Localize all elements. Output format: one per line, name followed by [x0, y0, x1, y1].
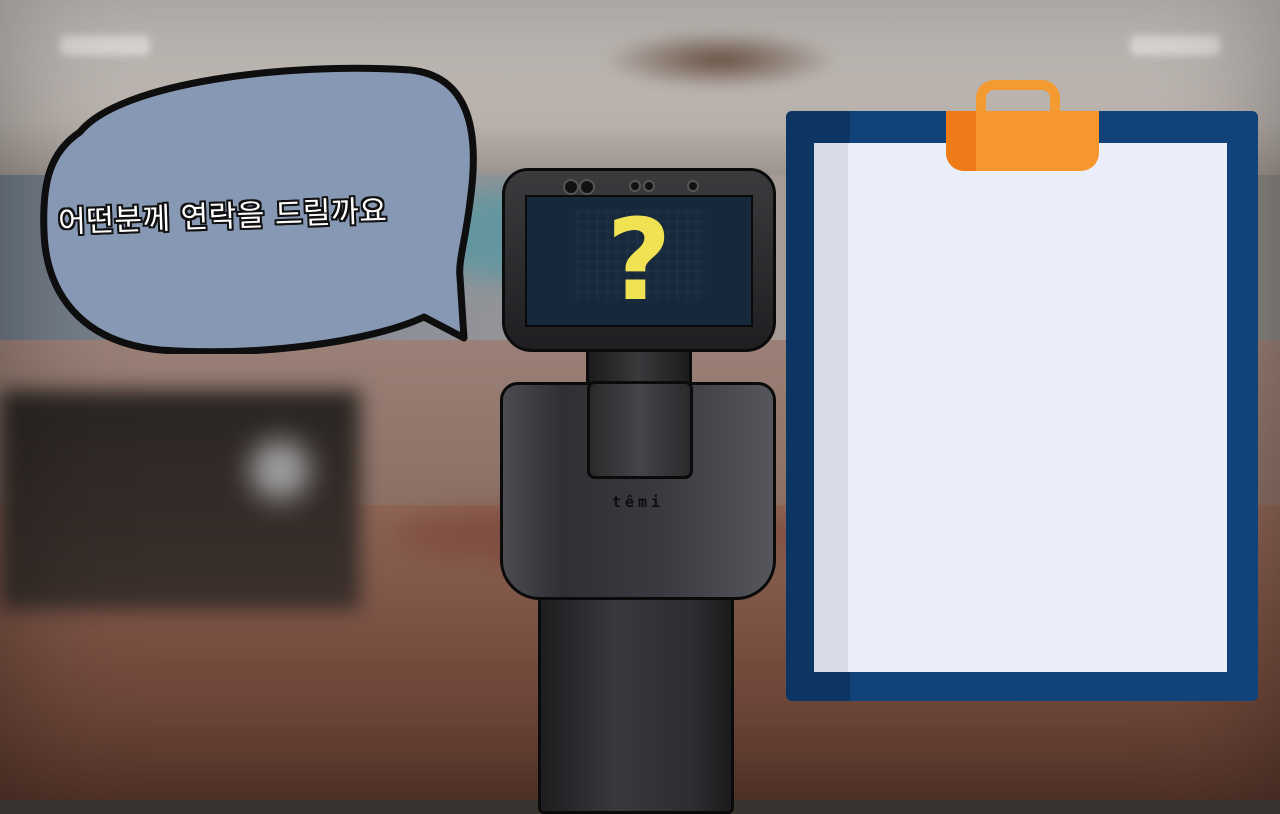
clipboard-paper[interactable]: [814, 143, 1227, 672]
clipboard-paper-shade: [814, 143, 848, 672]
clipboard-clip-shade: [946, 111, 976, 171]
robot-neck-mount: [587, 381, 693, 479]
question-mark-icon: ?: [606, 196, 672, 326]
camera-icon: [579, 179, 595, 195]
sensor-icon: [687, 180, 699, 192]
sensor-icon: [643, 180, 655, 192]
camera-bar: [557, 177, 737, 195]
clipboard-icon: [786, 111, 1258, 701]
camera-icon: [563, 179, 579, 195]
speech-bubble: 어떤분께 연락을 드릴까요: [40, 62, 478, 354]
robot-body: têmi: [500, 381, 776, 600]
sensor-icon: [629, 180, 641, 192]
robot-base: [538, 588, 734, 814]
robot-logo: têmi: [611, 493, 665, 511]
temi-robot: têmi ?: [498, 168, 788, 814]
robot-screen[interactable]: ?: [525, 195, 753, 327]
robot-head: ?: [502, 168, 776, 352]
